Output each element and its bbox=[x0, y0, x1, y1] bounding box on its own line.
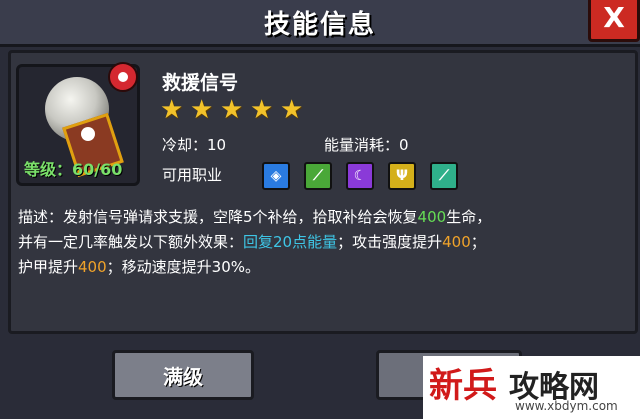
star-icon: ★ bbox=[280, 95, 304, 125]
close-button[interactable]: X bbox=[588, 0, 640, 42]
desc-highlight: 400 bbox=[78, 258, 107, 276]
skill-description: 描述：发射信号弹请求支援，空降5个补给，拾取补给会恢复400生命， 并有一定几率… bbox=[18, 205, 618, 280]
energy-value: 0 bbox=[399, 136, 409, 154]
title-bar: 技能信息 bbox=[0, 0, 640, 47]
energy-label: 能量消耗： bbox=[324, 136, 400, 154]
skill-name: 救援信号 bbox=[162, 72, 239, 94]
sword-job-icon: ⟋ bbox=[304, 162, 332, 190]
description-line-2: 并有一定几率触发以下额外效果：回复20点能量；攻击强度提升400； bbox=[18, 230, 618, 255]
watermark-new: 新兵 bbox=[429, 366, 497, 406]
skill-level: 等级：60/60 bbox=[24, 160, 123, 179]
cooldown-label: 冷却： bbox=[162, 136, 208, 154]
max-level-label: 满级 bbox=[163, 364, 203, 389]
page-title: 技能信息 bbox=[263, 10, 376, 40]
star-icon: ★ bbox=[160, 95, 184, 125]
signal-face-icon bbox=[81, 127, 95, 141]
star-icon: ★ bbox=[220, 95, 244, 125]
desc-text: 描述：发射信号弹请求支援，空降5个补给，拾取补给会恢复 bbox=[18, 208, 418, 226]
job-icons: ◈ ⟋ ☾ Ψ ⟋ bbox=[262, 162, 458, 190]
trident-job-icon: Ψ bbox=[388, 162, 416, 190]
cooldown-stat: 冷却：10 bbox=[162, 134, 226, 155]
desc-text: ； bbox=[470, 233, 486, 251]
star-icon: ★ bbox=[250, 95, 274, 125]
desc-text: 生命， bbox=[446, 208, 492, 226]
shield-job-icon: ◈ bbox=[262, 162, 290, 190]
desc-highlight: 回复20点能量 bbox=[243, 233, 338, 251]
moon-job-icon: ☾ bbox=[346, 162, 374, 190]
blade-job-icon: ⟋ bbox=[430, 162, 458, 190]
max-level-button[interactable]: 满级 bbox=[112, 350, 254, 400]
description-line-3: 护甲提升400；移动速度提升30%。 bbox=[18, 255, 618, 280]
desc-text: 护甲提升 bbox=[18, 258, 79, 276]
star-rating: ★ ★ ★ ★ ★ bbox=[160, 95, 304, 125]
desc-text: ；移动速度提升30%。 bbox=[106, 258, 260, 276]
watermark-url: www.xbdym.com bbox=[515, 399, 618, 413]
energy-stat: 能量消耗：0 bbox=[324, 134, 409, 155]
cooldown-value: 10 bbox=[207, 136, 227, 154]
desc-highlight: 400 bbox=[442, 233, 471, 251]
star-icon: ★ bbox=[190, 95, 214, 125]
desc-text: 并有一定几率触发以下额外效果： bbox=[18, 233, 244, 251]
close-icon: X bbox=[603, 1, 625, 34]
gear-badge-icon bbox=[108, 62, 138, 92]
desc-text: ；攻击强度提升 bbox=[337, 233, 443, 251]
desc-highlight: 400 bbox=[417, 208, 447, 226]
description-line-1: 描述：发射信号弹请求支援，空降5个补给，拾取补给会恢复400生命， bbox=[18, 205, 618, 230]
skill-info-panel: 技能信息 X 等级：60/60 救援信号 ★ ★ ★ ★ ★ 冷却：10 能量消耗：0 … bbox=[0, 0, 640, 419]
jobs-label: 可用职业 bbox=[162, 166, 223, 184]
watermark-logo: 新兵 攻略网 www.xbdym.com bbox=[423, 356, 640, 419]
